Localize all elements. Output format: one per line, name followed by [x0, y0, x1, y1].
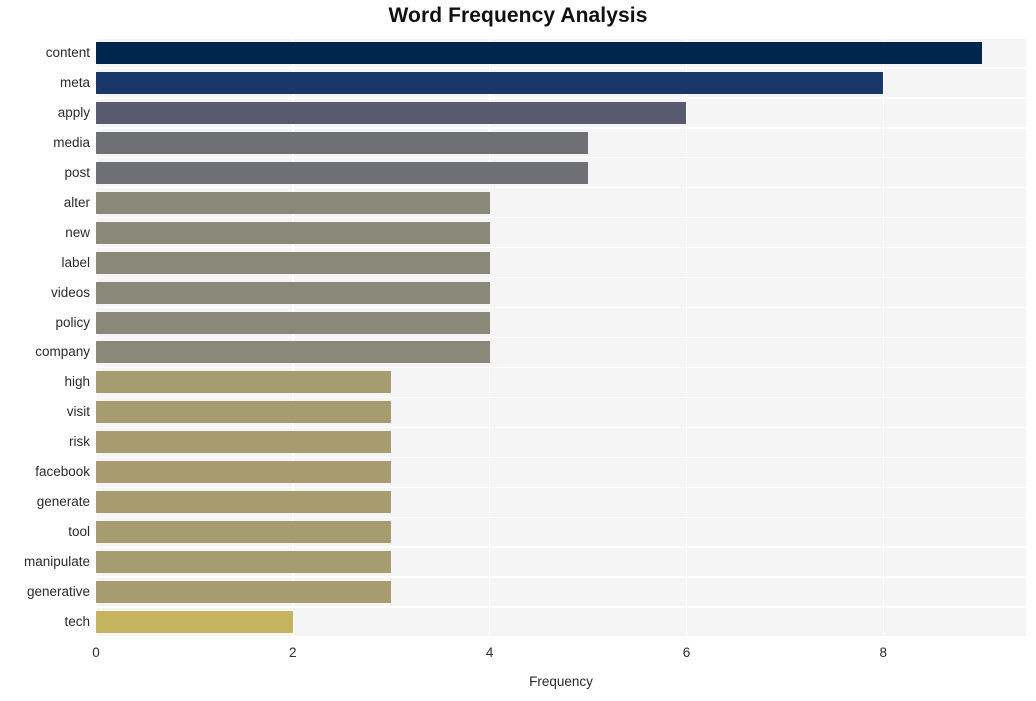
y-tick-label-tool: tool — [68, 524, 90, 540]
x-axis-tick-labels: 0 2 4 6 8 — [0, 645, 1036, 667]
y-tick-label-visit: visit — [66, 404, 90, 420]
y-tick-label-generative: generative — [26, 584, 90, 600]
bar-post — [96, 161, 589, 184]
bar-generative — [96, 581, 392, 604]
bar-tech — [96, 611, 293, 634]
y-tick-label-label: label — [61, 254, 90, 270]
y-tick-label-high: high — [64, 374, 90, 390]
bar-new — [96, 221, 490, 244]
grid-line-horizontal — [96, 456, 1026, 458]
y-tick-label-post: post — [64, 164, 90, 180]
y-tick-label-alter: alter — [63, 194, 90, 210]
y-tick-label-media: media — [53, 134, 90, 150]
x-tick-label-4: 4 — [485, 645, 494, 660]
y-tick-label-tech: tech — [64, 614, 90, 630]
y-tick-label-manipulate: manipulate — [23, 554, 90, 570]
bar-apply — [96, 101, 687, 124]
grid-line-horizontal — [96, 97, 1026, 99]
grid-line-horizontal — [96, 157, 1026, 159]
y-tick-label-risk: risk — [69, 434, 90, 450]
grid-line-horizontal — [96, 306, 1026, 309]
grid-line-horizontal — [96, 38, 1026, 39]
grid-line-horizontal — [96, 576, 1026, 578]
bar-tool — [96, 521, 392, 544]
grid-line-horizontal — [96, 546, 1026, 548]
grid-line-horizontal — [96, 426, 1026, 429]
bar-generate — [96, 491, 392, 514]
bar-facebook — [96, 461, 392, 484]
grid-line-horizontal — [96, 276, 1026, 279]
y-tick-label-new: new — [65, 224, 90, 240]
bar-label — [96, 251, 490, 274]
bar-videos — [96, 281, 490, 304]
grid-line-horizontal — [96, 636, 1026, 637]
bar-meta — [96, 71, 884, 94]
y-tick-label-videos: videos — [50, 284, 90, 300]
bar-high — [96, 371, 392, 394]
grid-line-horizontal — [96, 127, 1026, 129]
x-axis-title: Frequency — [529, 674, 593, 689]
x-tick-label-0: 0 — [92, 645, 100, 660]
chart-figure: Word Frequency Analysis content meta apply… — [0, 0, 1036, 701]
y-tick-label-meta: meta — [59, 74, 90, 90]
bar-visit — [96, 401, 392, 424]
x-tick-label-6: 6 — [682, 645, 691, 660]
y-axis-tick-labels: content meta apply media post alter new label vi… — [0, 38, 90, 637]
y-tick-label-generate: generate — [36, 494, 90, 510]
grid-line-horizontal — [96, 396, 1026, 399]
bar-policy — [96, 311, 490, 334]
grid-line-horizontal — [96, 336, 1026, 339]
bar-media — [96, 131, 589, 154]
y-tick-label-company: company — [35, 344, 90, 360]
y-tick-label-facebook: facebook — [35, 464, 90, 480]
bar-risk — [96, 431, 392, 454]
bar-alter — [96, 191, 490, 214]
chart-title: Word Frequency Analysis — [388, 4, 648, 27]
grid-line-horizontal — [96, 246, 1026, 249]
grid-line-horizontal — [96, 486, 1026, 488]
x-tick-label-2: 2 — [289, 645, 297, 660]
grid-line-horizontal — [96, 366, 1026, 369]
bar-content — [96, 41, 982, 64]
y-tick-label-policy: policy — [55, 314, 90, 330]
y-tick-label-apply: apply — [57, 104, 90, 120]
plot-area — [96, 38, 1026, 637]
bar-company — [96, 341, 490, 364]
grid-line-horizontal — [96, 187, 1026, 189]
bar-manipulate — [96, 551, 392, 574]
grid-line-horizontal — [96, 516, 1026, 518]
x-tick-label-8: 8 — [879, 645, 888, 660]
grid-line-horizontal — [96, 67, 1026, 69]
grid-line-horizontal — [96, 606, 1026, 608]
grid-line-horizontal — [96, 217, 1026, 219]
y-tick-label-content: content — [45, 44, 90, 60]
